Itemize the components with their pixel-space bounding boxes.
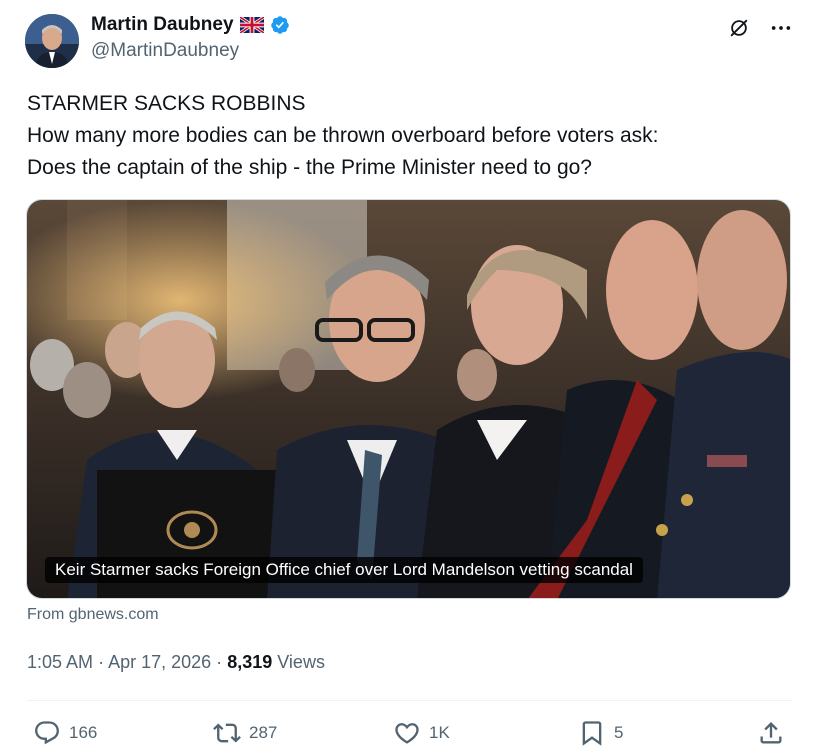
handle[interactable]: @MartinDaubney [91, 40, 290, 62]
tweet-line: STARMER SACKS ROBBINS [27, 92, 306, 115]
bookmark-count: 5 [614, 723, 624, 742]
grok-icon[interactable] [727, 16, 751, 40]
views-count: 8,319 [227, 652, 273, 672]
author-block: Martin Daubney @MartinDaubney [91, 13, 290, 62]
meta-separator: · [98, 652, 105, 672]
verified-badge-icon [270, 15, 290, 35]
tweet-line: How many more bodies can be thrown overb… [27, 124, 659, 147]
divider [27, 700, 792, 701]
post-date[interactable]: Apr 17, 2026 [108, 652, 211, 672]
top-actions [727, 16, 793, 40]
link-source[interactable]: From gbnews.com [27, 606, 159, 624]
bookmark-button[interactable]: 5 [578, 719, 623, 747]
bookmark-icon [582, 721, 602, 746]
tweet-header: Martin Daubney @MartinDaubney [25, 12, 795, 70]
more-options-icon[interactable] [769, 16, 793, 40]
post-time[interactable]: 1:05 AM [27, 652, 93, 672]
tweet-meta: 1:05 AM · Apr 17, 2026 · 8,319 Views [27, 652, 325, 673]
action-bar: 166 287 1K 5 [27, 715, 792, 751]
reply-button[interactable]: 166 [33, 719, 97, 747]
photo-image [27, 200, 790, 598]
reply-count: 166 [69, 723, 98, 742]
share-button[interactable] [757, 719, 785, 747]
tweet-text: STARMER SACKS ROBBINS How many more bodi… [27, 88, 797, 184]
photo-caption: Keir Starmer sacks Foreign Office chief … [45, 557, 643, 583]
tweet-line: Does the captain of the ship - the Prime… [27, 156, 592, 179]
display-name[interactable]: Martin Daubney [91, 14, 234, 36]
tweet-photo[interactable]: Keir Starmer sacks Foreign Office chief … [26, 199, 791, 599]
repost-count: 287 [249, 723, 278, 742]
heart-icon [395, 723, 419, 744]
uk-flag-icon [238, 15, 265, 35]
like-count: 1K [429, 723, 450, 742]
reply-icon [35, 721, 59, 745]
share-icon [760, 722, 782, 744]
views-label: Views [277, 652, 325, 672]
repost-icon [213, 723, 241, 743]
like-button[interactable]: 1K [393, 719, 450, 747]
repost-button[interactable]: 287 [213, 719, 277, 747]
meta-separator: · [216, 652, 223, 672]
avatar[interactable] [25, 14, 79, 68]
